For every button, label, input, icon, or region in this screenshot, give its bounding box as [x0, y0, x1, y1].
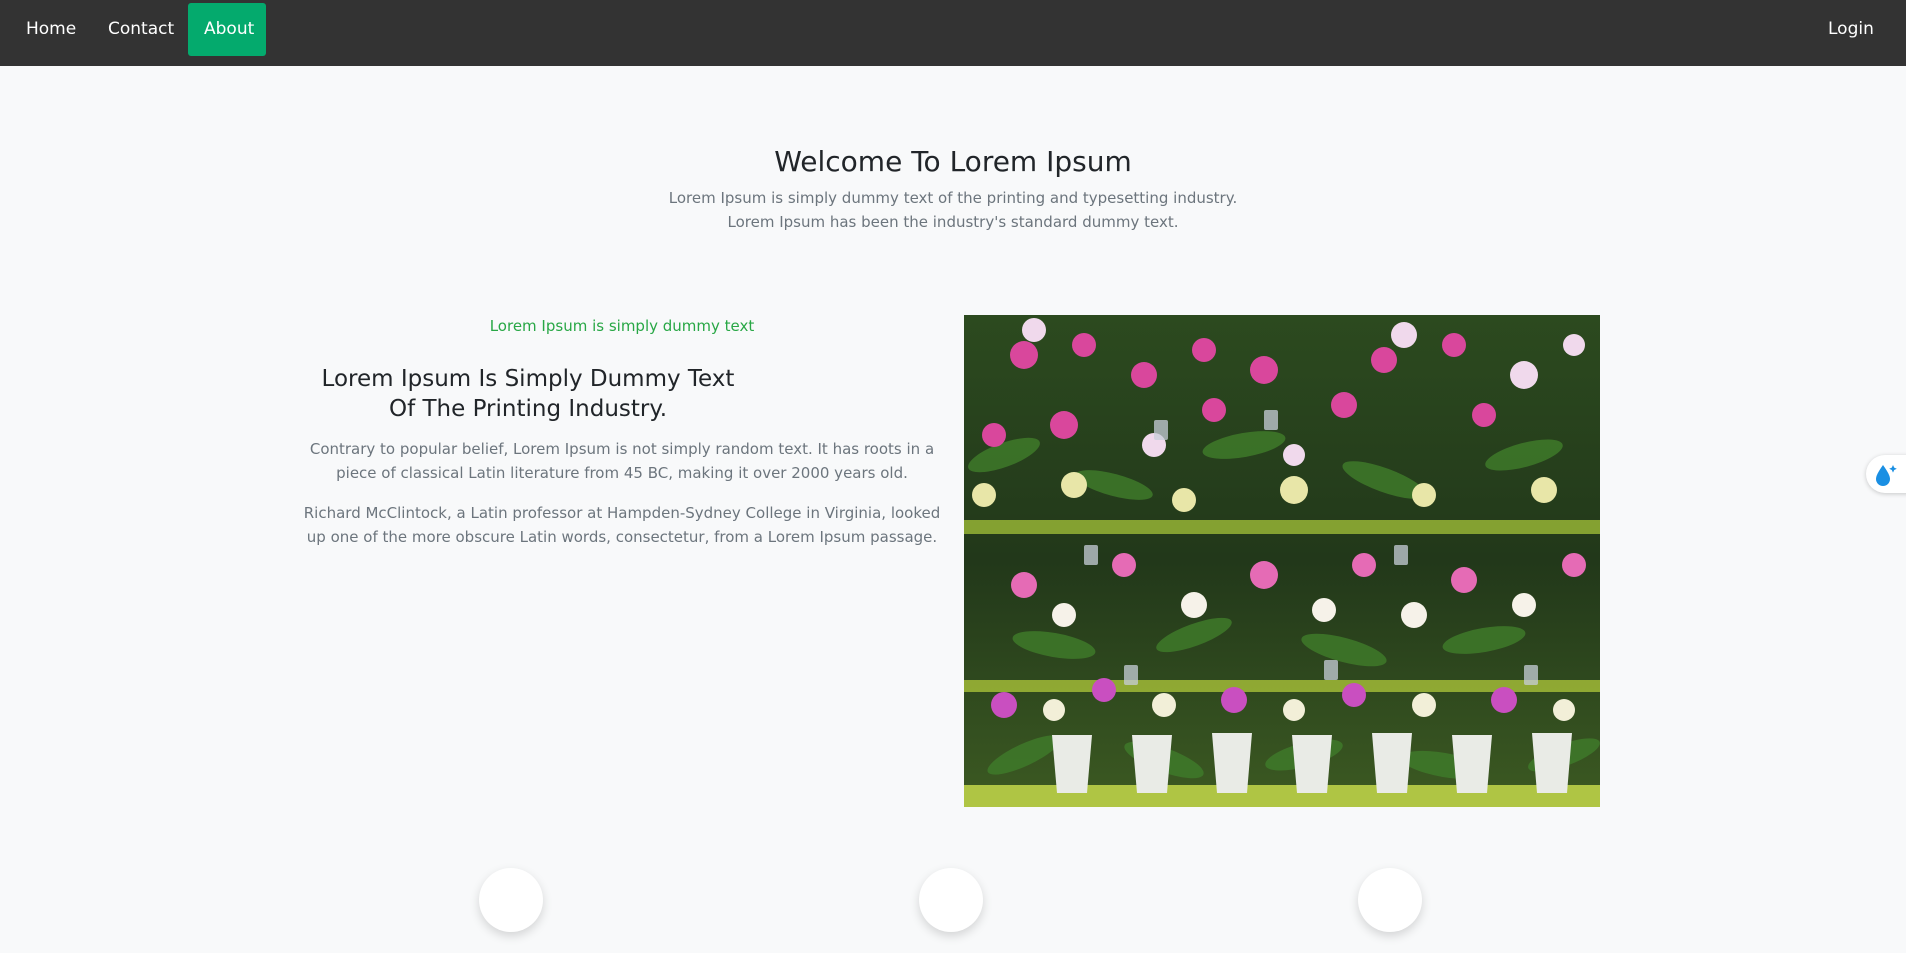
nav-login-link[interactable]: Login	[1812, 3, 1890, 56]
floating-widget-button[interactable]	[1866, 455, 1906, 493]
about-paragraph-1: Contrary to popular belief, Lorem Ipsum …	[309, 440, 935, 482]
feature-circle-3	[1358, 868, 1422, 932]
hero-subtitle-line2: Lorem Ipsum has been the industry's stan…	[727, 213, 1179, 231]
orchid-photo-illustration	[964, 315, 1600, 807]
about-paragraph-2: Richard McClintock, a Latin professor at…	[303, 504, 941, 546]
nav-about-link[interactable]: About	[188, 3, 266, 56]
feature-circle-1	[479, 868, 543, 932]
about-kicker: Lorem Ipsum is simply dummy text	[489, 317, 755, 335]
feature-circle-2	[919, 868, 983, 932]
nav-contact-link[interactable]: Contact	[92, 3, 190, 56]
top-navbar: Home Contact About Login	[0, 0, 1906, 66]
hero-title: Welcome To Lorem Ipsum	[774, 145, 1132, 178]
nav-home-link[interactable]: Home	[10, 3, 92, 56]
orchid-photo	[964, 315, 1600, 807]
water-drop-sparkle-icon	[1876, 465, 1897, 486]
hero-subtitle-line1: Lorem Ipsum is simply dummy text of the …	[668, 189, 1238, 207]
about-heading: Lorem Ipsum Is Simply Dummy Text Of The …	[321, 366, 735, 422]
